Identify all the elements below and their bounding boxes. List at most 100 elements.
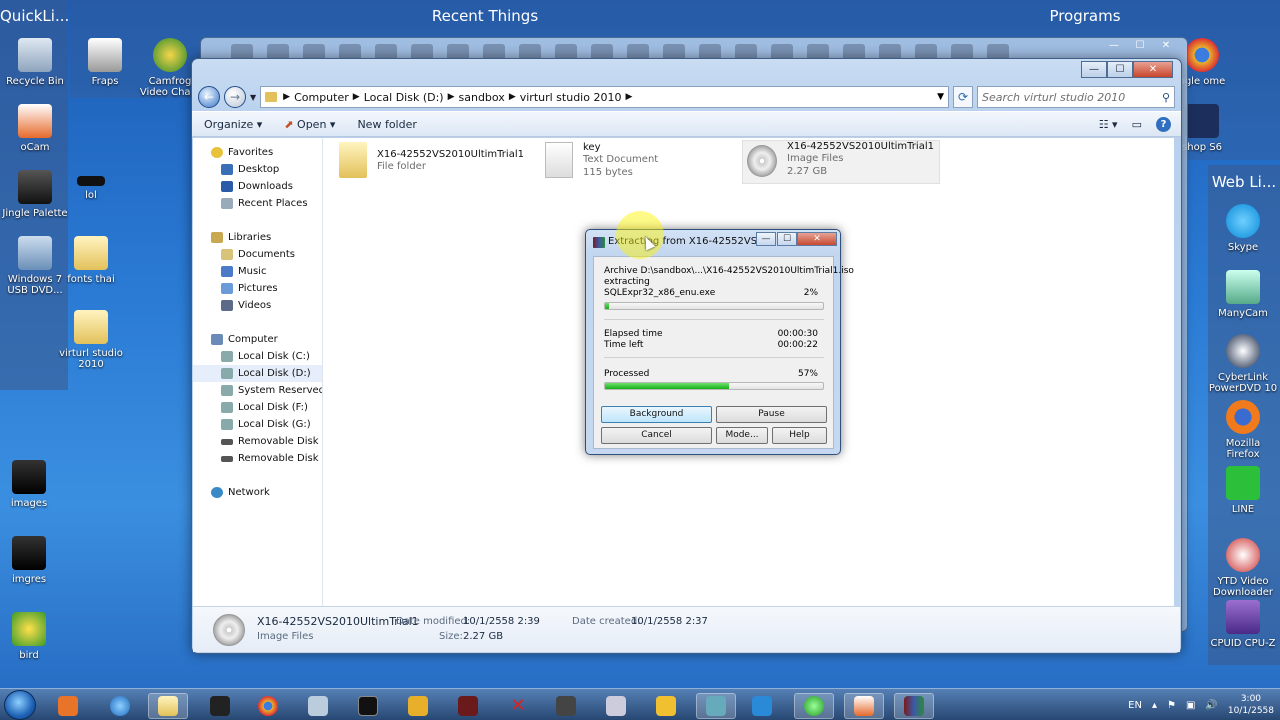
taskbar-cmd-icon[interactable]	[348, 693, 388, 719]
nav-downloads[interactable]: Downloads	[193, 178, 322, 195]
nav-documents[interactable]: Documents	[193, 246, 322, 263]
network-tray-icon[interactable]: ▣	[1186, 700, 1195, 711]
minimize-button[interactable]: —	[1081, 61, 1107, 78]
cancel-button[interactable]: Cancel	[601, 427, 712, 444]
virturl-studio-folder-icon[interactable]: virturl studio 2010	[56, 310, 126, 370]
ytd-downloader-icon[interactable]: YTD Video Downloader	[1208, 538, 1278, 598]
taskbar-globe-icon[interactable]	[794, 693, 834, 719]
taskbar-calculator-icon[interactable]	[298, 693, 338, 719]
nav-local-disk-f[interactable]: Local Disk (F:)	[193, 399, 322, 416]
preview-pane-icon[interactable]: ▭	[1132, 118, 1142, 131]
current-file: SQLExpr32_x86_enu.exe	[604, 288, 716, 298]
address-bar[interactable]: ▶ Computer ▶ Local Disk (D:) ▶ sandbox ▶ vi…	[260, 86, 949, 108]
manycam-icon[interactable]: ManyCam	[1208, 270, 1278, 319]
tray-expand-icon[interactable]: ▴	[1152, 700, 1157, 711]
nav-local-disk-g[interactable]: Local Disk (G:)	[193, 416, 322, 433]
nav-local-disk-c[interactable]: Local Disk (C:)	[193, 348, 322, 365]
help-button[interactable]: Help	[772, 427, 827, 444]
nav-computer[interactable]: Computer	[193, 331, 322, 348]
maximize-button[interactable]: ☐	[1107, 61, 1133, 78]
taskbar-winrar-icon[interactable]	[894, 693, 934, 719]
refresh-icon[interactable]: ⟳	[953, 86, 973, 108]
taskbar-app-icon[interactable]	[448, 693, 488, 719]
fraps-icon[interactable]: Fraps	[70, 38, 140, 87]
bird-icon[interactable]: bird	[0, 612, 64, 661]
dialog-close-button[interactable]: ✕	[797, 232, 837, 246]
pause-button[interactable]: Pause	[716, 406, 827, 423]
recent-pages-chevron-icon[interactable]: ▼	[250, 93, 256, 102]
new-folder-button[interactable]: New folder	[357, 118, 416, 131]
taskbar-bracket-icon[interactable]	[646, 693, 686, 719]
taskbar-ransome-icon[interactable]	[546, 693, 586, 719]
volume-icon[interactable]: 🔊	[1205, 700, 1217, 711]
cpuz-icon[interactable]: CPUID CPU-Z	[1208, 600, 1278, 649]
nav-system-reserved-e[interactable]: System Reserved (E:)	[193, 382, 322, 399]
background-button[interactable]: Background	[601, 406, 712, 423]
start-button[interactable]	[4, 690, 36, 720]
skype-icon[interactable]: Skype	[1208, 204, 1278, 253]
back-arrow-icon[interactable]: ←	[198, 86, 220, 108]
taskbar-media-player-icon[interactable]	[48, 693, 88, 719]
dialog-maximize-button[interactable]: ☐	[777, 232, 797, 246]
details-created: 10/1/2558 2:37	[631, 616, 708, 627]
organize-button[interactable]: Organize ▾	[204, 118, 262, 131]
fonts-thai-folder-icon[interactable]: fonts thai	[56, 236, 126, 285]
nav-local-disk-d[interactable]: Local Disk (D:)	[193, 365, 322, 382]
breadcrumb-sandbox[interactable]: sandbox	[459, 91, 505, 104]
flag-icon[interactable]: ⚑	[1167, 700, 1176, 711]
maximize-button[interactable]: ☐	[1127, 38, 1153, 55]
taskbar-explorer-icon[interactable]	[148, 693, 188, 719]
file-item-key[interactable]: key Text Document 115 bytes	[545, 142, 735, 186]
nav-desktop[interactable]: Desktop	[193, 161, 322, 178]
taskbar-control-panel-icon[interactable]	[696, 693, 736, 719]
breadcrumb-virturl-studio[interactable]: virturl studio 2010	[520, 91, 622, 104]
powerdvd-icon[interactable]: CyberLink PowerDVD 10	[1208, 334, 1278, 394]
taskbar-fifa-icon[interactable]	[200, 693, 240, 719]
nav-music[interactable]: Music	[193, 263, 322, 280]
nav-removable-disk-m[interactable]: Removable Disk (M:)	[193, 450, 322, 467]
nav-pictures[interactable]: Pictures	[193, 280, 322, 297]
close-button[interactable]: ✕	[1153, 38, 1179, 55]
search-input[interactable]: Search virturl studio 2010 ⚲	[977, 86, 1175, 108]
taskbar-ocam-icon[interactable]	[844, 693, 884, 719]
address-dropdown-icon[interactable]: ▼	[937, 92, 944, 102]
change-view-icon[interactable]: ☷ ▾	[1099, 118, 1118, 131]
mode-button[interactable]: Mode...	[716, 427, 768, 444]
ocam-icon[interactable]: oCam	[0, 104, 70, 153]
nav-network[interactable]: Network	[193, 484, 322, 501]
taskbar-chrome-icon[interactable]	[248, 693, 288, 719]
images-icon[interactable]: images	[0, 460, 64, 509]
taskbar-play-icon[interactable]	[742, 693, 782, 719]
close-button[interactable]: ✕	[1133, 61, 1173, 78]
nav-favorites[interactable]: Favorites	[193, 144, 322, 161]
line-icon[interactable]: LINE	[1208, 466, 1278, 515]
background-window-caption-buttons: — ☐ ✕	[1101, 38, 1179, 55]
breadcrumb-local-disk-d[interactable]: Local Disk (D:)	[364, 91, 444, 104]
taskbar-internet-explorer-icon[interactable]	[100, 693, 140, 719]
clock[interactable]: 3:00 10/1/2558	[1228, 693, 1274, 717]
language-indicator[interactable]: EN	[1128, 700, 1142, 711]
taskbar-cube-icon[interactable]	[596, 693, 636, 719]
search-icon[interactable]: ⚲	[1162, 91, 1170, 104]
recycle-bin-icon[interactable]: Recycle Bin	[0, 38, 70, 87]
elapsed-label: Elapsed time	[604, 329, 663, 339]
nav-videos[interactable]: Videos	[193, 297, 322, 314]
file-item-folder[interactable]: X16-42552VS2010UltimTrial1 File folder	[339, 142, 529, 186]
lol-icon[interactable]: lol	[56, 176, 126, 201]
taskbar-x-icon[interactable]: ✕	[498, 693, 538, 719]
nav-libraries[interactable]: Libraries	[193, 229, 322, 246]
quicklinks-fence-title: QuickLi...	[0, 7, 70, 25]
nav-removable-disk-h[interactable]: Removable Disk (H:)	[193, 433, 322, 450]
file-item-iso[interactable]: X16-42552VS2010UltimTrial1 Image Files 2.2…	[742, 140, 940, 184]
nav-recent-places[interactable]: Recent Places	[193, 195, 322, 212]
firefox-icon[interactable]: Mozilla Firefox	[1208, 400, 1278, 460]
minimize-button[interactable]: —	[1101, 38, 1127, 55]
forward-arrow-icon[interactable]: →	[224, 86, 246, 108]
open-button[interactable]: ⬈ Open ▾	[284, 118, 335, 131]
taskbar-game-icon[interactable]	[398, 693, 438, 719]
breadcrumb-computer[interactable]: Computer	[294, 91, 349, 104]
processed-progress-bar	[604, 382, 824, 390]
imgres-icon[interactable]: imgres	[0, 536, 64, 585]
help-icon[interactable]: ?	[1156, 116, 1171, 132]
dialog-minimize-button[interactable]: —	[756, 232, 776, 246]
